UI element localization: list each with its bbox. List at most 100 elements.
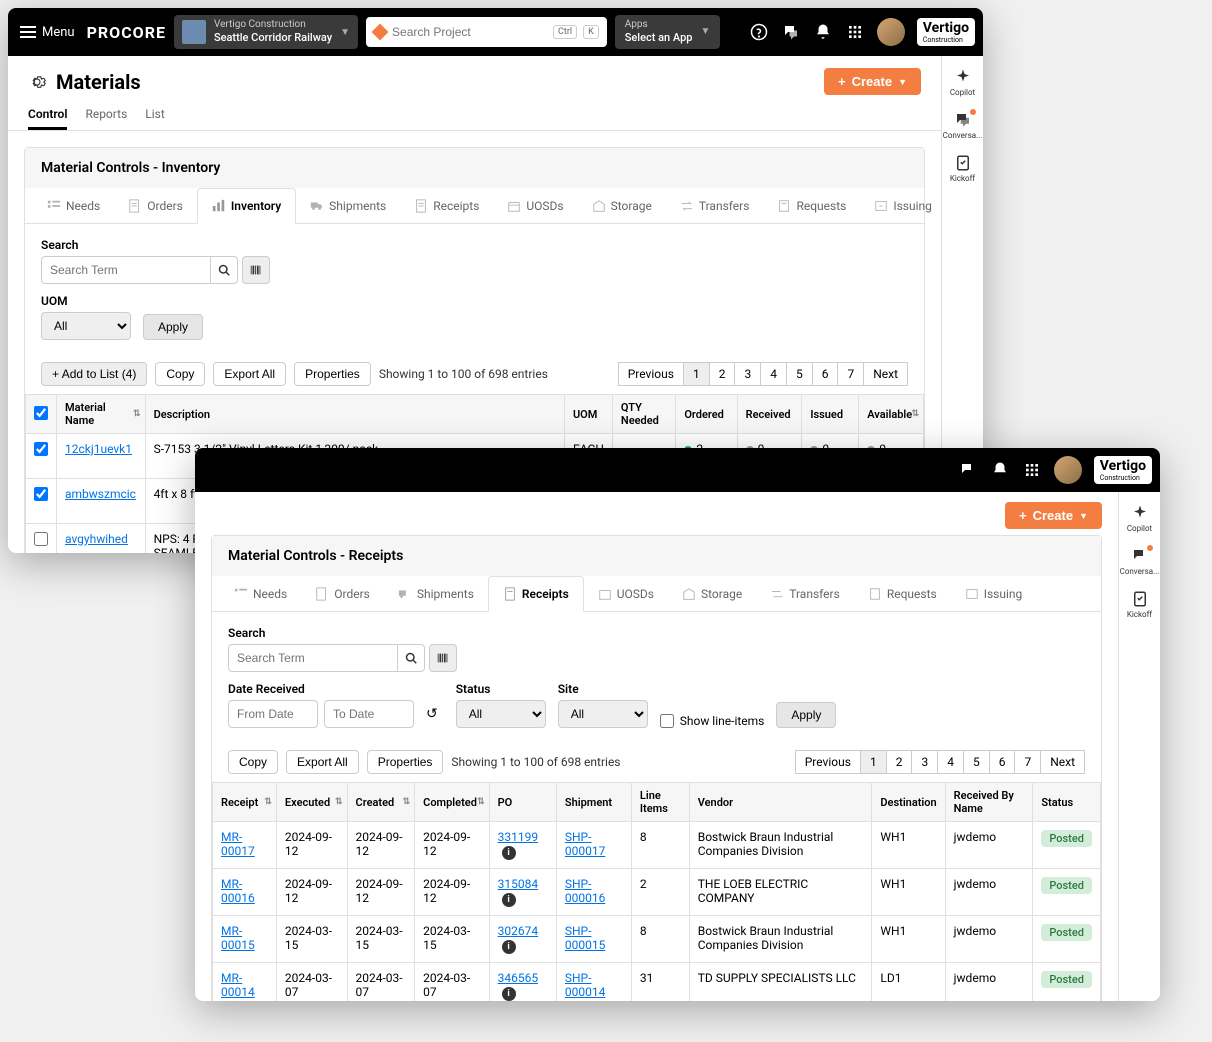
page-5[interactable]: 5 bbox=[786, 362, 813, 386]
tab-storage[interactable]: Storage bbox=[578, 188, 666, 223]
rb-copilot[interactable]: Copilot bbox=[1127, 504, 1152, 533]
tab-uosds[interactable]: UOSDs bbox=[584, 576, 668, 611]
tab-shipments[interactable]: Shipments bbox=[384, 576, 488, 611]
shipment-link[interactable]: SHP-000014 bbox=[565, 971, 605, 999]
subtab-list[interactable]: List bbox=[145, 101, 165, 130]
global-search[interactable]: Ctrl K bbox=[366, 17, 607, 47]
page-3[interactable]: 3 bbox=[911, 750, 938, 774]
th-desc[interactable]: Description bbox=[145, 395, 564, 434]
search-button[interactable] bbox=[397, 644, 425, 672]
th-status[interactable]: Status bbox=[1033, 783, 1101, 822]
th-material[interactable]: Material Name⇅ bbox=[57, 395, 146, 434]
subtab-control[interactable]: Control bbox=[28, 101, 67, 130]
next-page[interactable]: Next bbox=[1040, 750, 1085, 774]
tab-uosds[interactable]: UOSDs bbox=[493, 188, 577, 223]
project-selector[interactable]: Vertigo Construction Seattle Corridor Ra… bbox=[174, 15, 358, 48]
create-button[interactable]: +Create▼ bbox=[1005, 502, 1102, 529]
tab-receipts[interactable]: Receipts bbox=[400, 188, 493, 223]
th-completed[interactable]: Completed⇅ bbox=[415, 783, 489, 822]
add-to-list-button[interactable]: + Add to List (4) bbox=[41, 362, 147, 386]
from-date-input[interactable] bbox=[228, 700, 318, 728]
chat-icon[interactable] bbox=[958, 460, 978, 480]
th-issued[interactable]: Issued bbox=[802, 395, 859, 434]
po-link[interactable]: 302674 bbox=[498, 924, 538, 938]
search-input[interactable] bbox=[392, 25, 547, 39]
material-link[interactable]: avgyhwihed bbox=[65, 532, 128, 546]
th-available[interactable]: Available⇅ bbox=[859, 395, 924, 434]
rb-kickoff[interactable]: Kickoff bbox=[1127, 590, 1152, 619]
info-icon[interactable]: i bbox=[502, 987, 516, 1001]
rb-conversa[interactable]: Conversa... bbox=[1120, 547, 1160, 576]
avatar[interactable] bbox=[877, 18, 905, 46]
properties-button[interactable]: Properties bbox=[294, 362, 371, 386]
avatar[interactable] bbox=[1054, 456, 1082, 484]
info-icon[interactable]: i bbox=[502, 940, 516, 954]
bell-icon[interactable] bbox=[813, 22, 833, 42]
th-dest[interactable]: Destination bbox=[872, 783, 945, 822]
search-term-input[interactable] bbox=[41, 256, 211, 284]
scan-button[interactable] bbox=[242, 256, 270, 284]
po-link[interactable]: 346565 bbox=[498, 971, 538, 985]
info-icon[interactable]: i bbox=[502, 893, 516, 907]
search-button[interactable] bbox=[210, 256, 238, 284]
tab-inventory[interactable]: Inventory bbox=[197, 188, 296, 224]
page-6[interactable]: 6 bbox=[812, 362, 839, 386]
page-2[interactable]: 2 bbox=[709, 362, 736, 386]
apps-selector[interactable]: Apps Select an App ▼ bbox=[615, 15, 721, 48]
select-all-checkbox[interactable] bbox=[34, 406, 48, 420]
th-received[interactable]: Received bbox=[737, 395, 802, 434]
help-icon[interactable] bbox=[749, 22, 769, 42]
prev-page[interactable]: Previous bbox=[618, 362, 684, 386]
tab-requests[interactable]: Requests bbox=[854, 576, 951, 611]
row-checkbox[interactable] bbox=[34, 532, 48, 546]
rb-kickoff[interactable]: Kickoff bbox=[950, 154, 975, 183]
th-recby[interactable]: Received By Name bbox=[945, 783, 1033, 822]
subtab-reports[interactable]: Reports bbox=[85, 101, 127, 130]
tab-issuing[interactable]: Issuing bbox=[951, 576, 1037, 611]
tab-orders[interactable]: Orders bbox=[301, 576, 384, 611]
tab-orders[interactable]: Orders bbox=[114, 188, 197, 223]
tab-receipts[interactable]: Receipts bbox=[488, 576, 584, 612]
tab-storage[interactable]: Storage bbox=[668, 576, 756, 611]
page-4[interactable]: 4 bbox=[760, 362, 787, 386]
page-1[interactable]: 1 bbox=[683, 362, 710, 386]
th-executed[interactable]: Executed⇅ bbox=[276, 783, 347, 822]
tab-needs[interactable]: Needs bbox=[33, 188, 114, 223]
tab-transfers[interactable]: Transfers bbox=[756, 576, 854, 611]
show-lineitems-checkbox[interactable] bbox=[660, 714, 674, 728]
th-receipt[interactable]: Receipt⇅ bbox=[213, 783, 277, 822]
receipt-link[interactable]: MR-00016 bbox=[221, 877, 255, 905]
export-all-button[interactable]: Export All bbox=[286, 750, 359, 774]
page-6[interactable]: 6 bbox=[989, 750, 1016, 774]
tab-shipments[interactable]: Shipments bbox=[296, 188, 400, 223]
receipt-link[interactable]: MR-00015 bbox=[221, 924, 255, 952]
next-page[interactable]: Next bbox=[863, 362, 908, 386]
row-checkbox[interactable] bbox=[34, 442, 48, 456]
reset-icon[interactable]: ↺ bbox=[420, 706, 444, 722]
receipt-link[interactable]: MR-00014 bbox=[221, 971, 255, 999]
apps-grid-icon[interactable] bbox=[1022, 460, 1042, 480]
copy-button[interactable]: Copy bbox=[228, 750, 278, 774]
page-4[interactable]: 4 bbox=[937, 750, 964, 774]
shipment-link[interactable]: SHP-000015 bbox=[565, 924, 605, 952]
status-select[interactable]: All bbox=[456, 700, 546, 728]
po-link[interactable]: 315084 bbox=[498, 877, 538, 891]
page-3[interactable]: 3 bbox=[734, 362, 761, 386]
export-all-button[interactable]: Export All bbox=[213, 362, 286, 386]
th-po[interactable]: PO bbox=[489, 783, 556, 822]
tab-requests[interactable]: Requests bbox=[763, 188, 860, 223]
apps-grid-icon[interactable] bbox=[845, 22, 865, 42]
search-term-input[interactable] bbox=[228, 644, 398, 672]
prev-page[interactable]: Previous bbox=[795, 750, 861, 774]
scan-button[interactable] bbox=[429, 644, 457, 672]
shipment-link[interactable]: SHP-000017 bbox=[565, 830, 605, 858]
rb-conversa[interactable]: Conversa... bbox=[943, 111, 983, 140]
tab-issuing[interactable]: Issuing bbox=[860, 188, 941, 223]
page-7[interactable]: 7 bbox=[1014, 750, 1041, 774]
apply-button[interactable]: Apply bbox=[776, 702, 836, 728]
show-line-items[interactable]: Show line-items bbox=[660, 714, 765, 728]
material-link[interactable]: 12ckj1uevk1 bbox=[65, 442, 132, 456]
uom-select[interactable]: All bbox=[41, 312, 131, 340]
th-created[interactable]: Created⇅ bbox=[347, 783, 415, 822]
copy-button[interactable]: Copy bbox=[155, 362, 205, 386]
